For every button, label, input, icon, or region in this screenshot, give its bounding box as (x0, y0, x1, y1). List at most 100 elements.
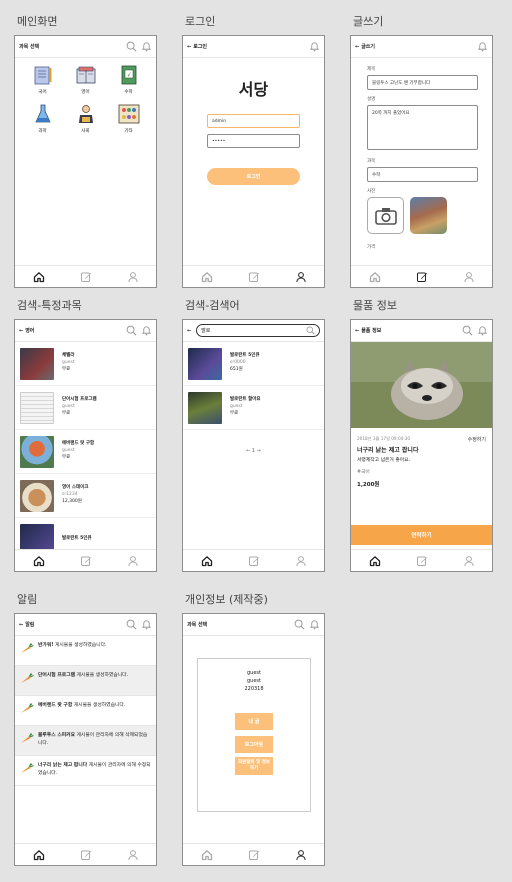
back-arrow-icon[interactable]: ← (19, 328, 23, 334)
notification-title: 너구리 낡는 제고 팝니다 (38, 763, 88, 768)
bell-icon[interactable] (477, 41, 488, 52)
title-input[interactable]: 블링투스 고난도 쌘 기부합니다 (367, 75, 478, 90)
back-arrow-icon[interactable]: ← (187, 44, 191, 50)
user-icon[interactable] (295, 555, 307, 567)
item-thumbnail (20, 347, 54, 380)
notification-item[interactable]: 반가워! 게시물을 생성하였습니다. (15, 636, 156, 666)
math-book-icon: √ (121, 65, 136, 85)
user-icon[interactable] (127, 555, 139, 567)
product-image (351, 342, 492, 428)
edit-icon[interactable] (416, 271, 428, 283)
product-title: 너구리 낡는 제고 팝니다 (357, 447, 419, 454)
item-user: sr0000 (230, 360, 246, 366)
home-icon[interactable] (201, 849, 213, 861)
desc-textarea[interactable]: 20쪽 까지 풀었어요 (367, 105, 478, 150)
add-photo-button[interactable] (367, 197, 404, 234)
profile-screen: 과목 선택 guest guest 220318 내 글 로그아웃 회원탈퇴 및… (182, 613, 325, 866)
back-arrow-icon[interactable]: ← (19, 622, 23, 628)
user-icon[interactable] (463, 555, 475, 567)
back-arrow-icon[interactable]: ← (355, 328, 359, 334)
product-tag[interactable]: #국어 (357, 468, 486, 475)
list-item[interactable]: 단어시험 프로그램 guest 무료 (15, 386, 156, 430)
home-icon[interactable] (201, 271, 213, 283)
user-icon[interactable] (463, 271, 475, 283)
bell-icon[interactable] (141, 325, 152, 336)
edit-icon[interactable] (248, 271, 260, 283)
list-item[interactable]: 에버랜드 랏 구함 guest 무료 (15, 430, 156, 474)
user-icon[interactable] (295, 849, 307, 861)
home-icon[interactable] (369, 271, 381, 283)
home-icon[interactable] (33, 555, 45, 567)
post-date: 2018년 3월 17일 09:04:30 (357, 436, 411, 441)
category-etc[interactable]: 기타 (107, 103, 150, 134)
item-user: guest (62, 448, 75, 454)
category-label: 사회 (81, 129, 90, 134)
edit-icon[interactable] (248, 555, 260, 567)
back-arrow-icon[interactable]: ← (355, 44, 359, 50)
bell-icon[interactable] (309, 41, 320, 52)
category-grid: 국어 영어 √ 수학 과학 사회 기타 (15, 58, 156, 140)
notification-item[interactable]: 에버랜드 랏 구함 게시물을 생성하였습니다. (15, 696, 156, 726)
category-english[interactable]: 영어 (64, 64, 107, 95)
bell-icon[interactable] (141, 41, 152, 52)
id-input[interactable]: admin (207, 114, 300, 128)
edit-icon[interactable] (416, 555, 428, 567)
subject-label: 과목 (367, 159, 376, 164)
home-icon[interactable] (369, 555, 381, 567)
contact-button[interactable]: 연락하기 (351, 525, 492, 545)
search-icon[interactable] (306, 326, 315, 335)
category-science[interactable]: 과학 (21, 103, 64, 134)
user-icon[interactable] (295, 271, 307, 283)
list-item[interactable]: 발로란트 5인큐 (15, 518, 156, 549)
edit-link[interactable]: 수정하기 (468, 436, 486, 443)
edit-icon[interactable] (80, 849, 92, 861)
edit-icon[interactable] (80, 271, 92, 283)
search-box[interactable]: 발로 (196, 324, 320, 337)
notification-text: 게시물을 생성하였습니다. (53, 643, 107, 648)
pagination[interactable]: ← 1 → (183, 448, 324, 454)
search-input[interactable]: 발로 (201, 327, 306, 334)
profile-nick: guest (247, 678, 261, 684)
grid-icon (118, 104, 139, 124)
category-math[interactable]: √ 수학 (107, 64, 150, 95)
search-icon[interactable] (126, 325, 137, 336)
subject-input[interactable]: 수학 (367, 167, 478, 182)
search-icon[interactable] (126, 41, 137, 52)
list-item[interactable]: 체벨라 guest 무료 (15, 342, 156, 386)
search-icon[interactable] (126, 619, 137, 630)
item-thumbnail (20, 523, 54, 549)
login-button[interactable]: 로그인 (207, 168, 300, 185)
user-icon[interactable] (127, 271, 139, 283)
search-icon[interactable] (462, 325, 473, 336)
flask-icon (34, 104, 51, 123)
password-input[interactable]: ••••• (207, 134, 300, 148)
notification-item[interactable]: 블루투스 스피커요 게시물이 관리자에 의해 삭제되었습니다. (15, 726, 156, 756)
user-icon[interactable] (127, 849, 139, 861)
notification-item[interactable]: 단어시험 프로그램 게시물을 생성하였습니다. (15, 666, 156, 696)
home-icon[interactable] (33, 849, 45, 861)
list-item[interactable]: 영어 스테이크 sr1234 12,300원 (15, 474, 156, 518)
list-item[interactable]: 발로란트 할아요 guest 무료 (183, 386, 324, 430)
bell-icon[interactable] (309, 619, 320, 630)
notification-item[interactable]: 너구리 낡는 제고 팝니다 게시물이 관리자에 의해 수정되었습니다. (15, 756, 156, 786)
item-thumbnail (20, 479, 54, 512)
list-item[interactable]: 발로란트 5인큐 sr0000 651원 (183, 342, 324, 386)
bell-icon[interactable] (477, 325, 488, 336)
home-icon[interactable] (33, 271, 45, 283)
page-title: 로그인 (193, 44, 208, 50)
my-posts-button[interactable]: 내 글 (235, 713, 273, 730)
logout-button[interactable]: 로그아웃 (235, 736, 273, 753)
category-korean[interactable]: 국어 (21, 64, 64, 95)
carrot-icon (20, 703, 34, 715)
edit-icon[interactable] (80, 555, 92, 567)
photo-thumbnail[interactable] (410, 197, 447, 234)
bell-icon[interactable] (141, 619, 152, 630)
edit-icon[interactable] (248, 849, 260, 861)
category-social[interactable]: 사회 (64, 103, 107, 134)
withdraw-button[interactable]: 회원탈퇴 및 정보하기 (235, 757, 273, 775)
home-icon[interactable] (201, 555, 213, 567)
search-icon[interactable] (294, 619, 305, 630)
notice-screen: ← 알림 반가워! 게시물을 생성하였습니다. 단어시험 프로그램 게시물을 생성… (14, 613, 157, 866)
back-arrow-icon[interactable]: ← (187, 328, 191, 334)
item-user: sr1234 (62, 492, 78, 498)
